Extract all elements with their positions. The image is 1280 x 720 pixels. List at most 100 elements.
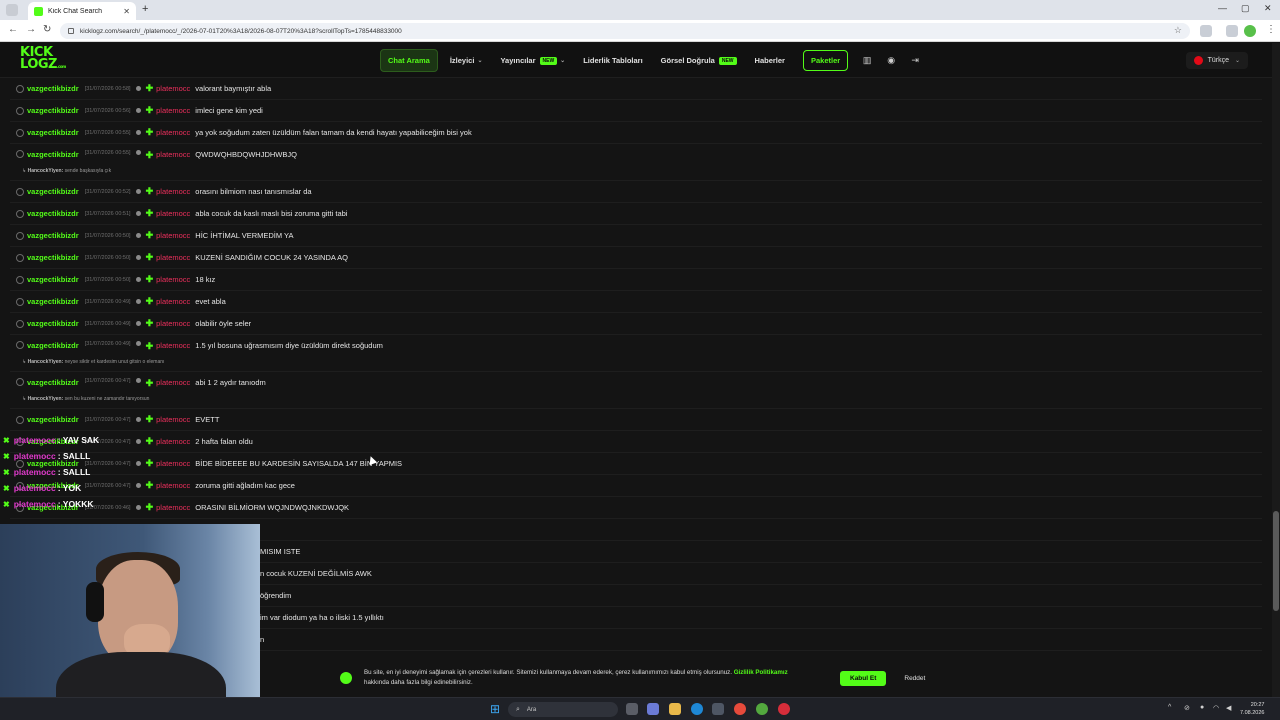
chat-channel-name[interactable]: platemocc [156, 187, 190, 196]
new-badge: NEW [718, 56, 737, 65]
chat-channel-name[interactable]: platemocc [156, 150, 190, 159]
chat-username[interactable]: vazgectikbizdr [27, 297, 79, 306]
new-tab-icon[interactable]: + [142, 3, 148, 15]
scrollbar-thumb[interactable] [1273, 511, 1279, 611]
moderator-sword-icon: ✚ [145, 127, 154, 137]
chat-username[interactable]: vazgectikbizdr [27, 275, 79, 284]
profile-avatar-icon[interactable] [1244, 25, 1256, 37]
nav-news[interactable]: Haberler [755, 56, 785, 65]
nav-viewer[interactable]: İzleyici ⌄ [450, 56, 483, 65]
browser-tab[interactable]: Kick Chat Search ✕ [28, 2, 136, 20]
status-dot-icon [135, 130, 141, 135]
nav-chat-search[interactable]: Chat Arama [380, 49, 438, 72]
chat-username[interactable]: vazgectikbizdr [27, 84, 79, 93]
back-icon[interactable]: ← [8, 24, 18, 35]
kicklogz-logo[interactable]: KICK LOGZ.com [20, 46, 66, 75]
nav-packages[interactable]: Paketler [802, 50, 849, 71]
chat-username[interactable]: vazgectikbizdr [27, 128, 79, 137]
chat-channel-name[interactable]: platemocc [156, 378, 190, 387]
accept-cookies-button[interactable]: Kabul Et [840, 670, 887, 686]
chat-row: vazgectikbizdr [31/07/2026 00:47] ✚ platemo… [10, 431, 1262, 453]
chat-channel-name[interactable]: platemocc [156, 341, 190, 350]
minimize-icon[interactable]: — [1218, 3, 1227, 13]
chat-channel-name[interactable]: platemocc [156, 437, 190, 446]
chat-username[interactable]: vazgectikbizdr [27, 187, 79, 196]
chat-username[interactable]: vazgectikbizdr [27, 209, 79, 218]
close-window-icon[interactable]: ✕ [1264, 3, 1272, 14]
chat-channel-name[interactable]: platemocc [156, 459, 190, 468]
status-dot-icon [135, 341, 141, 346]
app-icon[interactable] [756, 703, 768, 715]
chat-channel-name[interactable]: platemocc [156, 106, 190, 115]
nav-leaderboards[interactable]: Liderlik Tabloları [583, 56, 642, 65]
store-icon[interactable] [712, 703, 724, 715]
chat-username[interactable]: vazgectikbizdr [27, 415, 79, 424]
network-off-icon[interactable]: ⊘ [1184, 704, 1190, 712]
chat-channel-name[interactable]: platemocc [156, 319, 190, 328]
extension-puzzle-icon[interactable] [1226, 25, 1238, 37]
chat-channel-name[interactable]: platemocc [156, 503, 190, 512]
nav-visual-verify-label: Görsel Doğrula [660, 56, 715, 65]
language-selector[interactable]: Türkçe ⌄ [1185, 52, 1248, 69]
chat-message: ORASINI BİLMİORM WQJNDWQJNKDWJQK [195, 503, 350, 512]
nav-streamers[interactable]: Yayıncılar NEW ⌄ [500, 56, 565, 65]
privacy-policy-link[interactable]: Gizlilik Politikamız [734, 669, 788, 676]
status-dot-icon [135, 211, 141, 216]
chat-username[interactable]: vazgectikbizdr [27, 378, 79, 387]
browser-menu-icon[interactable]: ⋮ [1266, 24, 1276, 35]
discord-icon[interactable]: ◉ [882, 52, 900, 70]
chat-username[interactable]: vazgectikbizdr [27, 231, 79, 240]
wifi-icon[interactable]: ◠ [1213, 704, 1219, 712]
volume-icon[interactable]: ◀ [1226, 704, 1231, 712]
login-icon[interactable]: ⇥ [906, 52, 924, 70]
chat-row: vazgectikbizdr [31/07/2026 00:47] ✚ platemo… [10, 372, 1262, 409]
overlay-badge-icon: ✖ [3, 499, 10, 509]
chat-username[interactable]: vazgectikbizdr [27, 319, 79, 328]
moderator-sword-icon: ✚ [145, 83, 154, 93]
extension-icon[interactable] [1200, 25, 1212, 37]
taskbar-clock[interactable]: 20:27 7.08.2026 [1240, 701, 1264, 717]
tab-close-icon[interactable]: ✕ [123, 7, 130, 16]
chat-message: n [260, 635, 265, 644]
windows-start-icon[interactable]: ⊞ [490, 703, 502, 715]
edge-icon[interactable] [691, 703, 703, 715]
site-info-icon[interactable] [68, 28, 74, 34]
page-scrollbar[interactable] [1272, 43, 1280, 697]
chat-channel-name[interactable]: platemocc [156, 481, 190, 490]
user-avatar-icon [16, 84, 24, 93]
recorder-icon[interactable] [778, 703, 790, 715]
chat-channel-name[interactable]: platemocc [156, 84, 190, 93]
mic-icon[interactable]: ● [1200, 704, 1204, 711]
chat-channel-name[interactable]: platemocc [156, 253, 190, 262]
url-input[interactable]: kicklogz.com/search/_/platemocc/_/2026-0… [60, 23, 1190, 39]
task-view-icon[interactable] [626, 703, 638, 715]
chrome-icon[interactable] [734, 703, 746, 715]
moderator-sword-icon: ✚ [145, 208, 154, 218]
maximize-icon[interactable]: ▢ [1241, 3, 1250, 14]
chat-username[interactable]: vazgectikbizdr [27, 253, 79, 262]
status-dot-icon [135, 277, 141, 282]
file-explorer-icon[interactable] [669, 703, 681, 715]
nav-visual-verify[interactable]: Görsel Doğrula NEW [661, 56, 737, 65]
chat-username[interactable]: vazgectikbizdr [27, 341, 79, 350]
tab-search-icon[interactable] [6, 4, 18, 16]
copilot-icon[interactable] [647, 703, 659, 715]
chat-channel-name[interactable]: platemocc [156, 415, 190, 424]
stats-chart-icon[interactable]: ▥ [858, 52, 876, 70]
tab-title: Kick Chat Search [48, 7, 103, 15]
chat-username[interactable]: vazgectikbizdr [27, 106, 79, 115]
chat-message: abi 1 2 aydır tanıodm [195, 378, 266, 387]
chat-channel-name[interactable]: platemocc [156, 209, 190, 218]
taskbar-search-input[interactable]: ⌕ Ara [508, 702, 618, 717]
chat-channel-name[interactable]: platemocc [156, 231, 190, 240]
tray-chevron-icon[interactable]: ^ [1168, 704, 1171, 711]
reject-cookies-button[interactable]: Reddet [904, 675, 925, 682]
chat-channel-name[interactable]: platemocc [156, 128, 190, 137]
chat-channel-name[interactable]: platemocc [156, 297, 190, 306]
chat-username[interactable]: vazgectikbizdr [27, 150, 79, 159]
chat-channel-name[interactable]: platemocc [156, 275, 190, 284]
forward-icon[interactable]: → [26, 24, 36, 35]
overlay-message: : YOKKK [57, 499, 94, 509]
reload-icon[interactable]: ↻ [43, 24, 51, 35]
bookmark-star-icon[interactable]: ☆ [1174, 25, 1182, 36]
